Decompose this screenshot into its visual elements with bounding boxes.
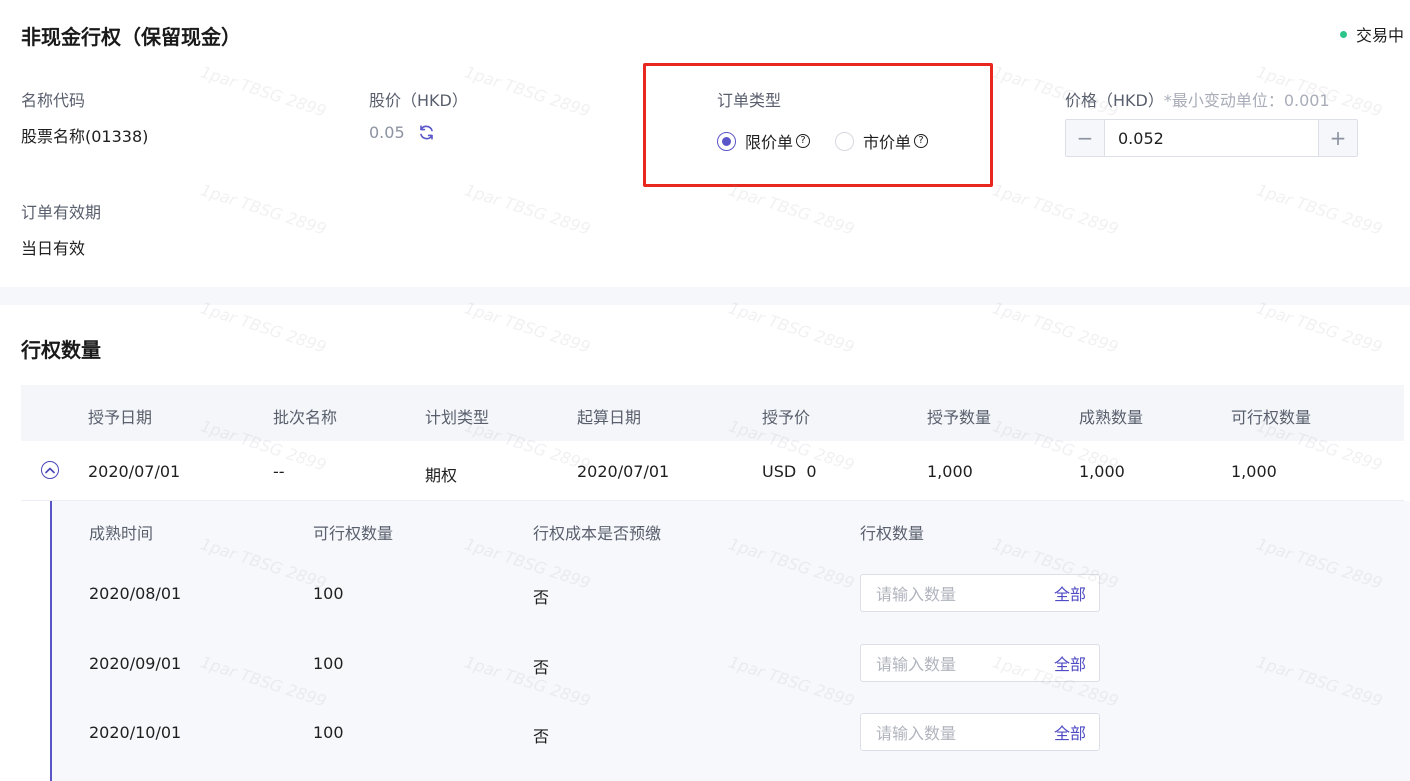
exercise-section-title: 行权数量 [21,338,101,362]
qty-placeholder: 请输入数量 [876,585,957,604]
sub-row-exercisable: 100 [313,584,344,603]
price-hint: *最小变动单位：0.001 [1163,91,1330,110]
watermark-text: 1par TBSG 2899 [198,298,329,357]
sub-row-exercisable: 100 [313,723,344,742]
name-code-value: 股票名称(01338) [21,127,149,146]
watermark-text: 1par TBSG 2899 [726,180,857,239]
sub-row-vest-time: 2020/10/01 [89,723,182,742]
watermark-text: 1par TBSG 2899 [462,180,593,239]
sub-row-exercisable: 100 [313,654,344,673]
table-cell: 1,000 [1231,462,1277,481]
table-cell: 1,000 [927,462,973,481]
watermark-text: 1par TBSG 2899 [198,62,329,121]
page-title: 非现金行权（保留现金） [21,25,241,49]
exercise-qty-input[interactable]: 请输入数量 全部 [860,713,1100,751]
trading-status: 交易中 [1339,22,1404,46]
status-text: 交易中 [1355,26,1404,45]
col-header: 授予日期 [88,408,153,427]
sub-row-prepaid: 否 [533,658,550,677]
qty-all-button[interactable]: 全部 [1054,581,1086,605]
status-dot-icon [1339,30,1347,38]
price-stepper[interactable]: − 0.052 + [1065,119,1358,157]
col-header: 授予数量 [927,408,992,427]
table-cell: USD 0 [762,462,817,481]
table-cell: 1,000 [1079,462,1125,481]
stock-price-label: 股价（HKD） [369,91,468,110]
table-cell: -- [273,462,285,481]
col-header: 批次名称 [273,408,338,427]
qty-placeholder: 请输入数量 [876,724,957,743]
table-cell: 2020/07/01 [577,462,670,481]
watermark-text: 1par TBSG 2899 [990,180,1121,239]
table-cell: 期权 [425,466,458,485]
name-code-label: 名称代码 [21,91,86,110]
col-header: 授予价 [762,408,811,427]
refresh-icon[interactable] [418,124,435,141]
sub-col-header: 行权数量 [860,524,925,543]
col-header: 可行权数量 [1231,408,1312,427]
exercise-qty-input[interactable]: 请输入数量 全部 [860,574,1100,612]
sub-col-header: 成熟时间 [89,524,154,543]
plus-icon[interactable]: + [1318,120,1357,156]
watermark-text: 1par TBSG 2899 [990,298,1121,357]
sub-col-header: 行权成本是否预缴 [533,524,662,543]
qty-all-button[interactable]: 全部 [1054,720,1086,744]
watermark-text: 1par TBSG 2899 [198,180,329,239]
exercise-qty-input[interactable]: 请输入数量 全部 [860,644,1100,682]
collapse-chevron-icon[interactable] [41,461,59,479]
watermark-text: 1par TBSG 2899 [462,62,593,121]
qty-all-button[interactable]: 全部 [1054,651,1086,675]
col-header: 起算日期 [577,408,642,427]
order-type-highlight-box [643,63,993,187]
watermark-text: 1par TBSG 2899 [726,298,857,357]
validity-label: 订单有效期 [21,203,102,222]
sub-col-header: 可行权数量 [313,524,394,543]
sub-row-vest-time: 2020/08/01 [89,584,182,603]
sub-row-prepaid: 否 [533,727,550,746]
table-header [21,385,1404,441]
col-header: 成熟数量 [1079,408,1144,427]
stock-price-value: 0.05 [369,123,405,142]
price-input[interactable]: 0.052 [1105,120,1318,156]
watermark-text: 1par TBSG 2899 [462,298,593,357]
validity-value: 当日有效 [21,239,86,258]
sub-row-vest-time: 2020/09/01 [89,654,182,673]
stock-price: 0.05 [369,123,435,142]
minus-icon[interactable]: − [1066,120,1105,156]
qty-placeholder: 请输入数量 [876,655,957,674]
watermark-text: 1par TBSG 2899 [1254,180,1385,239]
price-label-row: 价格（HKD）*最小变动单位：0.001 [1065,87,1330,111]
watermark-text: 1par TBSG 2899 [1254,298,1385,357]
section-divider [0,287,1410,305]
table-cell: 2020/07/01 [88,462,181,481]
vesting-sub-panel [50,501,1410,781]
sub-row-prepaid: 否 [533,588,550,607]
col-header: 计划类型 [425,408,490,427]
price-label: 价格（HKD） [1065,91,1164,110]
